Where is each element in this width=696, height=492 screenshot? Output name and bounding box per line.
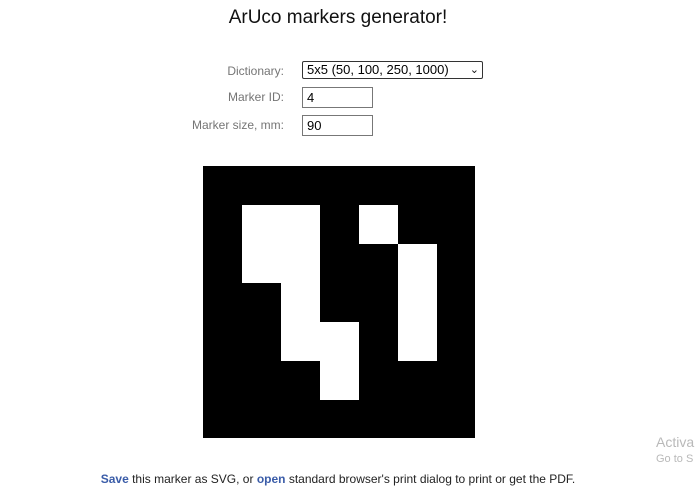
marker-bit-cell: [398, 283, 437, 322]
page-title: ArUco markers generator!: [228, 7, 448, 28]
marker-bit-cell: [242, 205, 281, 244]
activation-watermark: Activa Go to S: [656, 434, 694, 465]
marker-bit-cell: [359, 205, 398, 244]
marker-bit-cell: [398, 322, 437, 361]
marker-bit-cell: [281, 322, 320, 361]
marker-id-row: Marker ID: 4: [0, 87, 696, 109]
aruco-marker: [203, 166, 475, 438]
marker-bit-cell: [281, 244, 320, 283]
save-link[interactable]: Save: [101, 472, 129, 486]
dictionary-select[interactable]: 5x5 (50, 100, 250, 1000) ⌄: [302, 61, 483, 79]
marker-bit-cell: [242, 244, 281, 283]
open-link[interactable]: open: [257, 472, 286, 486]
marker-id-input[interactable]: 4: [302, 87, 373, 108]
marker-bit-cell: [320, 361, 359, 400]
footer-text-part1: this marker as SVG, or: [128, 472, 257, 486]
marker-bit-cell: [281, 283, 320, 322]
dictionary-label: Dictionary:: [227, 64, 284, 78]
dictionary-row: Dictionary: 5x5 (50, 100, 250, 1000) ⌄: [0, 61, 696, 83]
footer-text: Save this marker as SVG, or open standar…: [0, 472, 676, 486]
watermark-line1: Activa: [656, 434, 695, 450]
marker-bit-cell: [398, 244, 437, 283]
page: ArUco markers generator! Dictionary: 5x5…: [0, 0, 696, 492]
marker-id-label: Marker ID:: [227, 90, 284, 104]
marker-size-label: Marker size, mm:: [191, 118, 284, 132]
chevron-down-icon: ⌄: [469, 64, 479, 76]
marker-size-input[interactable]: 90: [302, 115, 373, 136]
watermark-line2: Go to S: [656, 453, 694, 465]
marker-bit-cell: [320, 322, 359, 361]
dictionary-select-value: 5x5 (50, 100, 250, 1000): [307, 62, 449, 77]
marker-bit-cell: [281, 205, 320, 244]
footer-text-part2: standard browser's print dialog to print…: [285, 472, 576, 486]
marker-size-row: Marker size, mm: 90: [0, 115, 696, 137]
